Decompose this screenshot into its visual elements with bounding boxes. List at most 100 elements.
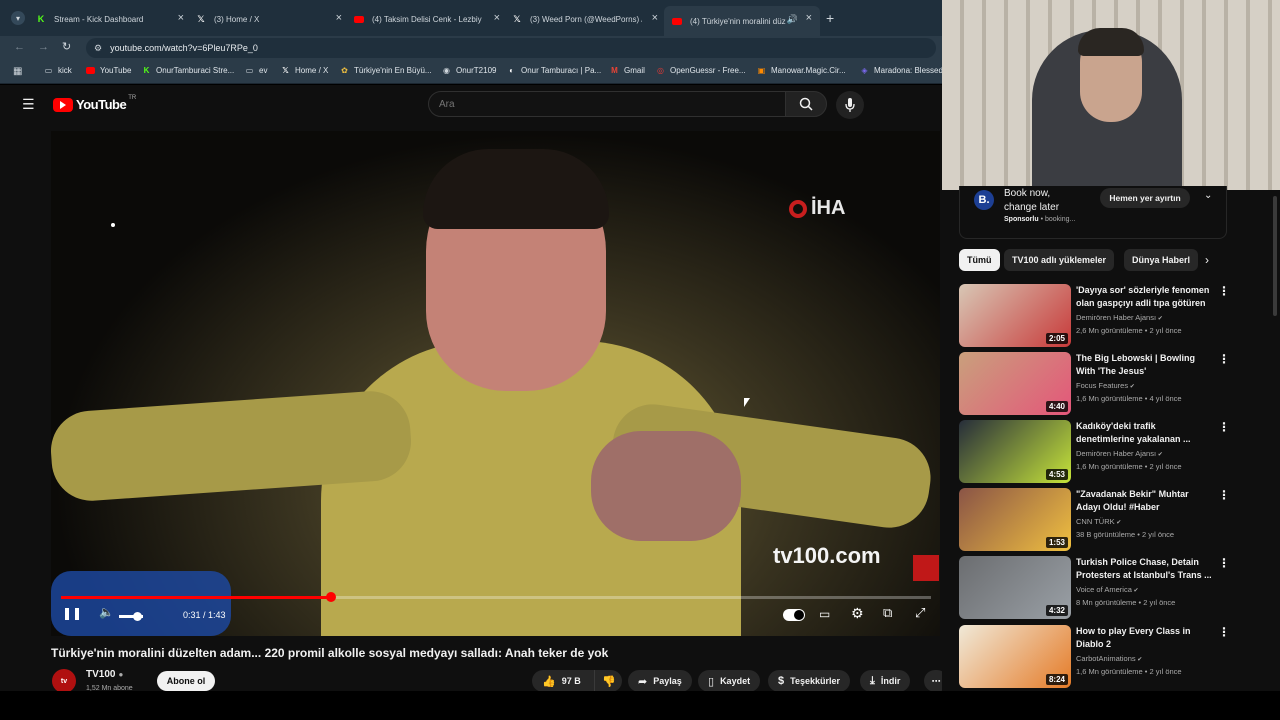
bookmark-item[interactable]: 𝕏 Home / X (281, 66, 328, 75)
site-info-icon[interactable]: ⚙ (94, 43, 102, 54)
close-tab-icon[interactable]: × (806, 12, 812, 24)
url-field[interactable]: ⚙ youtube.com/watch?v=6Pleu7RPe_0 (86, 38, 936, 58)
bookmark-item[interactable]: ◐ Onur Tamburacı | Pa... (507, 66, 601, 75)
chip-all[interactable]: Tümü (959, 249, 1000, 271)
speaker-icon[interactable]: 🔊 (787, 14, 798, 25)
video-title[interactable]: 'Dayıya sor' sözleriyle fenomen olan gas… (1076, 284, 1214, 310)
share-button[interactable]: ➦ Paylaş (628, 670, 692, 692)
sponsored-ad-card[interactable]: B. Book now, change later Sponsorlu • bo… (959, 186, 1227, 239)
chip-world-news[interactable]: Dünya Haberl (1124, 249, 1198, 271)
video-thumbnail[interactable]: 4:40 (959, 352, 1071, 415)
browser-tab[interactable]: 𝕏 (3) Home / X × (196, 8, 342, 30)
bookmark-item[interactable]: ▭ ev (245, 66, 268, 75)
browser-tab-active[interactable]: (4) Türkiye'nin moralini düz 🔊 × (664, 6, 820, 36)
more-vertical-icon[interactable]: ⋮ (1218, 284, 1230, 298)
channel-name[interactable]: TV100 ● (86, 669, 123, 680)
settings-icon[interactable]: ⚙ (851, 605, 864, 622)
browser-tab[interactable]: 𝕏 (3) Weed Porn (@WeedPorns) / × (512, 8, 658, 30)
browser-tab[interactable]: (4) Taksim Delisi Cenk - Lezbiy × (354, 8, 500, 30)
miniplayer-icon[interactable]: ⧉ (883, 605, 892, 621)
fullscreen-icon[interactable]: ⤢ (915, 605, 925, 621)
video-title[interactable]: The Big Lebowski | Bowling With 'The Jes… (1076, 352, 1214, 378)
bookmark-item[interactable]: ▭ kick (44, 66, 72, 75)
like-button[interactable]: 👍 97 B (532, 670, 594, 692)
more-vertical-icon[interactable]: ⋮ (1218, 556, 1230, 570)
chip-tv100-uploads[interactable]: TV100 adlı yüklemeler (1004, 249, 1115, 271)
verified-icon: ● (118, 670, 124, 679)
dislike-button[interactable]: 👎 (594, 670, 622, 692)
autoplay-knob (794, 610, 804, 620)
ad-cta-button[interactable]: Hemen yer ayırtın (1100, 188, 1190, 208)
bookmark-item[interactable]: ✿ Türkiye'nin En Büyü... (340, 66, 431, 75)
search-button[interactable] (785, 91, 827, 117)
gmail-icon: M (611, 66, 618, 75)
reload-icon[interactable]: ↻ (62, 40, 71, 53)
video-thumbnail[interactable]: 4:32 (959, 556, 1071, 619)
autoplay-toggle[interactable] (783, 609, 805, 621)
thanks-button[interactable]: $ Teşekkürler (768, 670, 850, 692)
tab-title: (3) Weed Porn (@WeedPorns) / (530, 14, 642, 24)
video-title[interactable]: Turkish Police Chase, Detain Protesters … (1076, 556, 1214, 582)
voice-search-button[interactable] (836, 91, 864, 119)
back-icon[interactable]: ← (14, 41, 25, 53)
subtitles-icon[interactable]: ▭ (819, 607, 830, 621)
youtube-logo[interactable]: YouTube TR (53, 95, 136, 112)
ad-meta: Sponsorlu • booking... (1004, 216, 1076, 223)
verified-icon: ✔ (1114, 520, 1122, 526)
subscribe-button[interactable]: Abone ol (157, 671, 215, 691)
download-button[interactable]: ⤓ İndir (860, 670, 911, 692)
video-thumbnail[interactable]: 1:53 (959, 488, 1071, 551)
progress-bar-track[interactable] (61, 592, 931, 602)
bookmark-item[interactable]: ◎ OpenGuessr - Free... (656, 66, 746, 75)
video-thumbnail[interactable]: 8:24 (959, 625, 1071, 688)
more-vertical-icon[interactable]: ⋮ (1218, 488, 1230, 502)
sidebar-scrollbar[interactable] (1273, 196, 1277, 316)
verified-icon: ✔ (1128, 384, 1135, 390)
close-tab-icon[interactable]: × (652, 12, 658, 24)
video-title[interactable]: Kadıköy'deki trafik denetimlerine yakala… (1076, 420, 1214, 446)
search-box[interactable] (428, 91, 786, 117)
chevron-right-icon[interactable]: › (1205, 253, 1209, 267)
pause-button[interactable] (65, 608, 79, 622)
video-channel-name: CNN TÜRK (1076, 517, 1115, 526)
channel-avatar[interactable]: tv (52, 669, 76, 693)
forward-icon[interactable]: → (38, 41, 49, 53)
search-input[interactable] (439, 98, 769, 110)
more-vertical-icon[interactable]: ⋮ (1218, 420, 1230, 434)
iha-watermark: İHA (789, 197, 845, 220)
tab-list-dropdown-icon[interactable]: ▾ (11, 11, 25, 25)
new-tab-button[interactable]: + (826, 10, 834, 26)
thanks-icon: $ (778, 675, 785, 687)
bookmark-item[interactable]: ▣ Manowar.Magic.Cir... (757, 66, 846, 75)
volume-knob[interactable] (133, 612, 142, 621)
iha-logo-icon (789, 199, 807, 218)
more-horizontal-icon: ⋯ (931, 675, 941, 686)
bookmark-item[interactable]: ◉ OnurT2109 (442, 66, 496, 75)
apps-grid-icon[interactable]: ▦ (13, 66, 22, 77)
bookmark-item[interactable]: M Gmail (610, 66, 645, 75)
menu-icon[interactable]: ☰ (22, 96, 35, 113)
video-title[interactable]: How to play Every Class in Diablo 2 (1076, 625, 1214, 651)
video-player[interactable]: İHA tv100.com 🔈 0:31 / 1:43 ▭ ⚙ ⧉ ⤢ (51, 131, 940, 636)
video-channel-name: Demirören Haber Ajansı (1076, 313, 1157, 322)
video-thumbnail[interactable]: 2:05 (959, 284, 1071, 347)
more-vertical-icon[interactable]: ⋮ (1218, 625, 1230, 639)
video-duration: 8:24 (1045, 674, 1068, 685)
bookmark-item[interactable]: ◈ Maradona: Blessed (860, 66, 943, 75)
video-thumbnail[interactable]: 4:53 (959, 420, 1071, 483)
close-tab-icon[interactable]: × (336, 12, 342, 24)
progress-scrubber[interactable] (325, 592, 336, 602)
volume-button[interactable]: 🔈 (99, 605, 114, 619)
volume-slider[interactable] (119, 612, 143, 621)
chevron-down-icon[interactable]: ⌄ (1204, 190, 1212, 201)
video-title[interactable]: "Zavadanak Bekir" Muhtar Adayı Oldu! #Ha… (1076, 488, 1214, 514)
bookmark-item[interactable]: YouTube (86, 66, 131, 75)
close-tab-icon[interactable]: × (494, 12, 500, 24)
browser-tab[interactable]: K Stream - Kick Dashboard × (36, 8, 184, 30)
save-button[interactable]: ▯ Kaydet (698, 670, 761, 692)
sponsored-label: Sponsorlu (1004, 216, 1039, 223)
more-vertical-icon[interactable]: ⋮ (1218, 352, 1230, 366)
close-tab-icon[interactable]: × (178, 12, 184, 24)
bookmark-item[interactable]: K OnurTamburaci Stre... (142, 66, 235, 75)
video-duration: 2:05 (1045, 333, 1068, 344)
